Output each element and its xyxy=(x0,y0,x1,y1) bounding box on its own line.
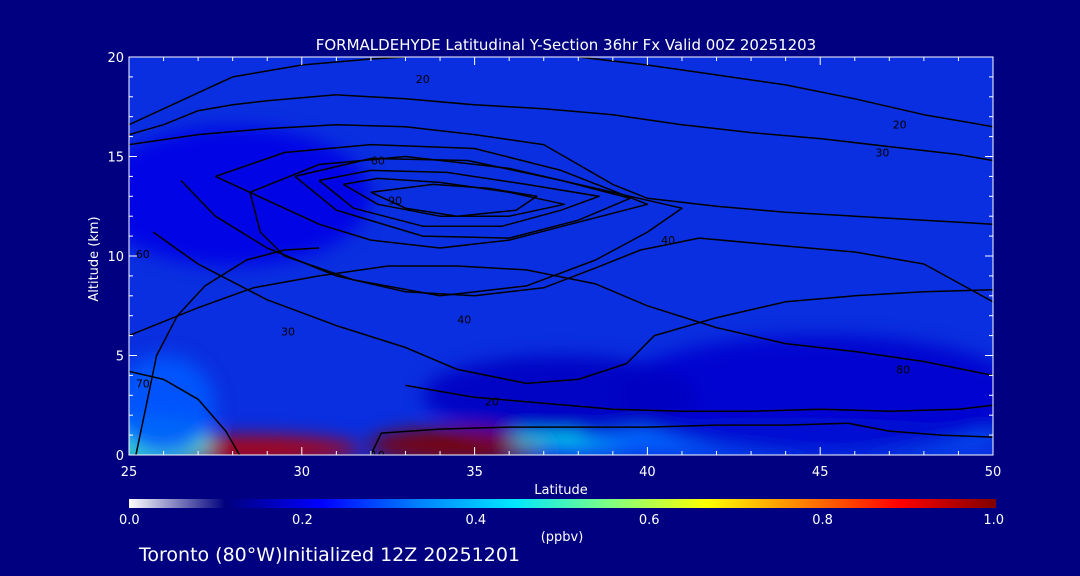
contour-label: 90 xyxy=(388,194,402,207)
x-tick-label: 35 xyxy=(466,465,483,480)
contour-label: 70 xyxy=(136,377,150,390)
colorbar-tick-label: 0.8 xyxy=(812,513,833,528)
x-tick-label: 25 xyxy=(121,465,138,480)
contour-label: 20 xyxy=(485,395,499,408)
chart-figure: FORMALDEHYDE Latitudinal Y-Section 36hr … xyxy=(87,36,1004,566)
y-tick-label: 10 xyxy=(107,250,124,265)
contour-label: 60 xyxy=(136,248,150,261)
contour-label: 20 xyxy=(416,73,430,86)
contour-label: 30 xyxy=(875,147,889,160)
field-blob xyxy=(129,126,371,266)
colorbar-unit-label: (ppbv) xyxy=(541,530,584,545)
x-tick-label: 40 xyxy=(639,465,656,480)
x-tick-label: 45 xyxy=(812,465,829,480)
colorbar xyxy=(129,499,996,508)
colorbar-tick-label: 0.0 xyxy=(119,513,140,528)
x-axis-label: Latitude xyxy=(534,483,588,498)
x-tick-label: 30 xyxy=(294,465,311,480)
contour-label: 30 xyxy=(281,326,295,339)
y-tick-label: 20 xyxy=(107,51,124,66)
colorbar-tick-label: 0.6 xyxy=(639,513,660,528)
y-axis-label: Altitude (km) xyxy=(87,216,102,301)
chart-title: FORMALDEHYDE Latitudinal Y-Section 36hr … xyxy=(316,36,816,54)
plot-area: 20203040706080302010406090 xyxy=(129,57,993,455)
colorbar-tick-label: 0.2 xyxy=(292,513,313,528)
y-tick-label: 5 xyxy=(116,350,124,365)
x-tick-label: 50 xyxy=(985,465,1002,480)
colorbar-tick-label: 1.0 xyxy=(983,513,1004,528)
contour-label: 60 xyxy=(371,154,385,167)
colorbar-tick-label: 0.4 xyxy=(465,513,486,528)
contour-label: 40 xyxy=(457,314,471,327)
colorbar-ticks: 0.0 0.2 0.4 0.6 0.8 1.0 xyxy=(119,513,1004,528)
y-tick-label: 15 xyxy=(107,151,124,166)
footer-caption: Toronto (80°W)Initialized 12Z 20251201 xyxy=(138,544,520,566)
contour-label: 20 xyxy=(893,119,907,132)
contour-label: 80 xyxy=(896,363,910,376)
field-blob xyxy=(129,355,216,455)
y-tick-label: 0 xyxy=(116,449,124,464)
